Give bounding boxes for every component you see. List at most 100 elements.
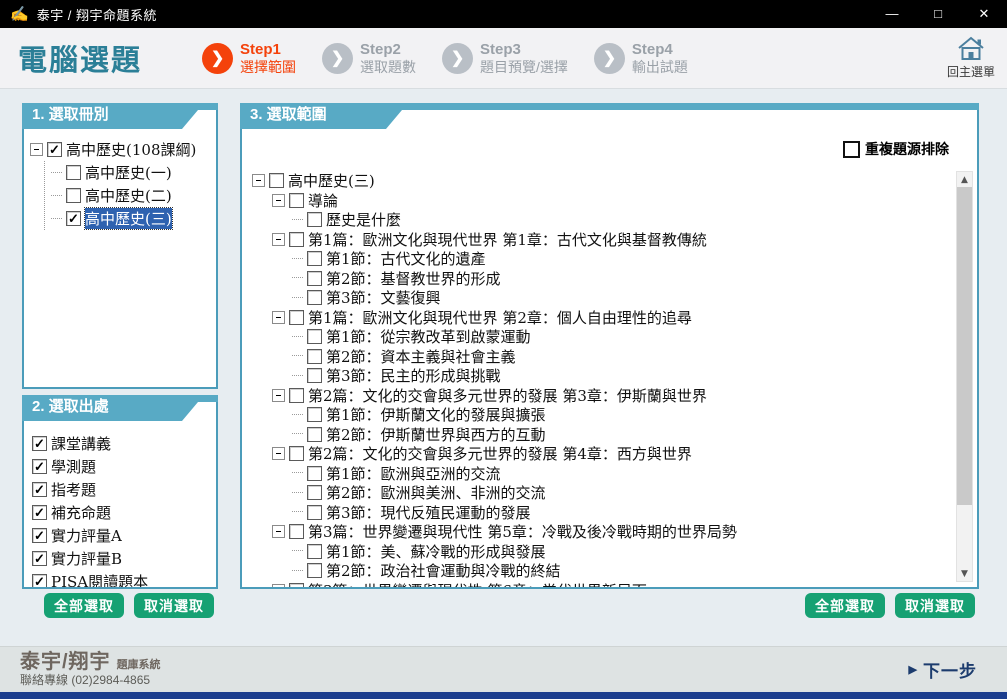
source-item[interactable]: PISA閱讀題本 xyxy=(32,570,212,587)
tree-item[interactable]: 高中歷史(三) xyxy=(252,171,947,191)
tree-item[interactable]: 第1篇：歐洲文化與現代世界 第1章：古代文化與基督教傳統 xyxy=(252,230,947,250)
scope-checkbox[interactable] xyxy=(307,505,322,520)
source-checkbox[interactable] xyxy=(32,574,47,587)
volume-checkbox[interactable] xyxy=(66,211,81,226)
tree-item[interactable]: 第1節：古代文化的遺產 xyxy=(252,249,947,269)
tree-expander-icon[interactable] xyxy=(272,389,285,402)
scope-checkbox[interactable] xyxy=(307,563,322,578)
tree-item[interactable]: 導論 xyxy=(252,191,947,211)
scope-checkbox[interactable] xyxy=(289,583,304,587)
source-item[interactable]: 實力評量A xyxy=(32,524,212,547)
dedupe-checkbox[interactable]: 重複題源排除 xyxy=(843,139,949,159)
source-checkbox[interactable] xyxy=(32,505,47,520)
scope-checkbox[interactable] xyxy=(289,310,304,325)
dedupe-checkbox-box[interactable] xyxy=(843,141,860,158)
source-deselect-all-button[interactable]: 取消選取 xyxy=(134,593,214,618)
tree-item[interactable]: 第2節：基督教世界的形成 xyxy=(252,269,947,289)
tree-item[interactable]: 第3節：民主的形成與挑戰 xyxy=(252,366,947,386)
scope-checkbox[interactable] xyxy=(307,544,322,559)
source-label: 實力評量B xyxy=(51,548,122,569)
source-item[interactable]: 課堂講義 xyxy=(32,432,212,455)
home-label: 回主選單 xyxy=(947,63,995,80)
volume-root-checkbox[interactable] xyxy=(47,142,62,157)
minimize-button[interactable]: — xyxy=(869,0,915,28)
tree-item[interactable]: 第3篇：世界變遷與現代性 第5章：冷戰及後冷戰時期的世界局勢 xyxy=(252,522,947,542)
tree-item[interactable]: 歷史是什麼 xyxy=(252,210,947,230)
scope-checkbox[interactable] xyxy=(307,368,322,383)
source-checkbox[interactable] xyxy=(32,528,47,543)
close-button[interactable]: ✕ xyxy=(961,0,1007,28)
scope-checkbox[interactable] xyxy=(269,173,284,188)
tree-item[interactable]: 第3節：現代反殖民運動的發展 xyxy=(252,503,947,523)
tree-item[interactable]: 高中歷史(三) xyxy=(51,207,212,230)
tree-expander-icon[interactable] xyxy=(272,311,285,324)
source-checkbox[interactable] xyxy=(32,436,47,451)
tree-item[interactable]: 第1篇：歐洲文化與現代世界 第2章：個人自由理性的追尋 xyxy=(252,308,947,328)
tree-connector xyxy=(292,336,303,338)
scroll-thumb[interactable] xyxy=(957,187,972,505)
tree-item[interactable]: 第1節：歐洲與亞洲的交流 xyxy=(252,464,947,484)
tree-item[interactable]: 第2節：歐洲與美洲、非洲的交流 xyxy=(252,483,947,503)
scope-checkbox[interactable] xyxy=(307,407,322,422)
source-select-all-button[interactable]: 全部選取 xyxy=(44,593,124,618)
source-item[interactable]: 學測題 xyxy=(32,455,212,478)
scroll-up-icon[interactable]: ▲ xyxy=(957,172,972,187)
tree-item[interactable]: 第1節：伊斯蘭文化的發展與擴張 xyxy=(252,405,947,425)
tree-item[interactable]: 第1節：從宗教改革到啟蒙運動 xyxy=(252,327,947,347)
scope-checkbox[interactable] xyxy=(307,251,322,266)
scope-deselect-all-button[interactable]: 取消選取 xyxy=(895,593,975,618)
source-checkbox[interactable] xyxy=(32,551,47,566)
scroll-down-icon[interactable]: ▼ xyxy=(957,566,972,581)
tree-expander-icon[interactable] xyxy=(272,584,285,587)
tree-item[interactable]: 第2節：伊斯蘭世界與西方的互動 xyxy=(252,425,947,445)
scope-select-all-button[interactable]: 全部選取 xyxy=(805,593,885,618)
tree-item-label: 高中歷史(二) xyxy=(85,185,172,206)
tree-expander-icon[interactable] xyxy=(252,174,265,187)
tree-item[interactable]: 第2節：政治社會運動與冷戰的終結 xyxy=(252,561,947,581)
tree-expander-icon[interactable] xyxy=(272,194,285,207)
scope-checkbox[interactable] xyxy=(307,212,322,227)
source-item[interactable]: 指考題 xyxy=(32,478,212,501)
scope-checkbox[interactable] xyxy=(289,388,304,403)
scope-checkbox[interactable] xyxy=(307,271,322,286)
volume-checkbox[interactable] xyxy=(66,165,81,180)
tree-item[interactable]: 第2篇：文化的交會與多元世界的發展 第3章：伊斯蘭與世界 xyxy=(252,386,947,406)
source-item[interactable]: 實力評量B xyxy=(32,547,212,570)
tree-item-label: 第2節：歐洲與美洲、非洲的交流 xyxy=(326,482,546,503)
titlebar: ✍ 泰宇 / 翔宇命題系統 — □ ✕ xyxy=(0,0,1007,28)
scope-checkbox[interactable] xyxy=(307,329,322,344)
tree-item[interactable]: 高中歷史(一) xyxy=(51,161,212,184)
tree-item-root[interactable]: 高中歷史(108課綱) xyxy=(30,138,212,161)
scrollbar[interactable]: ▲ ▼ xyxy=(956,171,973,582)
tree-connector xyxy=(292,258,303,260)
footer-hotline: 聯絡專線 (02)2984-4865 xyxy=(20,674,161,688)
scope-checkbox[interactable] xyxy=(307,466,322,481)
source-checkbox[interactable] xyxy=(32,459,47,474)
scope-checkbox[interactable] xyxy=(289,446,304,461)
scope-checkbox[interactable] xyxy=(307,349,322,364)
scope-checkbox[interactable] xyxy=(307,485,322,500)
home-button[interactable]: 回主選單 xyxy=(947,35,995,80)
tree-item[interactable]: 第1節：美、蘇冷戰的形成與發展 xyxy=(252,542,947,562)
next-step-button[interactable]: ▶ 下一步 xyxy=(909,657,977,682)
volume-checkbox[interactable] xyxy=(66,188,81,203)
tree-item[interactable]: 第3節：文藝復興 xyxy=(252,288,947,308)
tree-item[interactable]: 高中歷史(二) xyxy=(51,184,212,207)
scope-checkbox[interactable] xyxy=(289,524,304,539)
tree-expander-icon[interactable] xyxy=(30,143,43,156)
scope-checkbox[interactable] xyxy=(289,193,304,208)
scope-checkbox[interactable] xyxy=(289,232,304,247)
scope-checkbox[interactable] xyxy=(307,427,322,442)
tree-item[interactable]: 第2節：資本主義與社會主義 xyxy=(252,347,947,367)
source-checkbox[interactable] xyxy=(32,482,47,497)
tree-item[interactable]: 第3篇：世界變遷與現代性 第6章：當代世界新局面 xyxy=(252,581,947,588)
tree-expander-icon[interactable] xyxy=(272,525,285,538)
tree-item[interactable]: 第2篇：文化的交會與多元世界的發展 第4章：西方與世界 xyxy=(252,444,947,464)
scope-checkbox[interactable] xyxy=(307,290,322,305)
tree-expander-icon[interactable] xyxy=(272,447,285,460)
tree-expander-icon[interactable] xyxy=(272,233,285,246)
tree-connector xyxy=(51,218,62,220)
source-item[interactable]: 補充命題 xyxy=(32,501,212,524)
scroll-track[interactable] xyxy=(957,187,972,566)
maximize-button[interactable]: □ xyxy=(915,0,961,28)
